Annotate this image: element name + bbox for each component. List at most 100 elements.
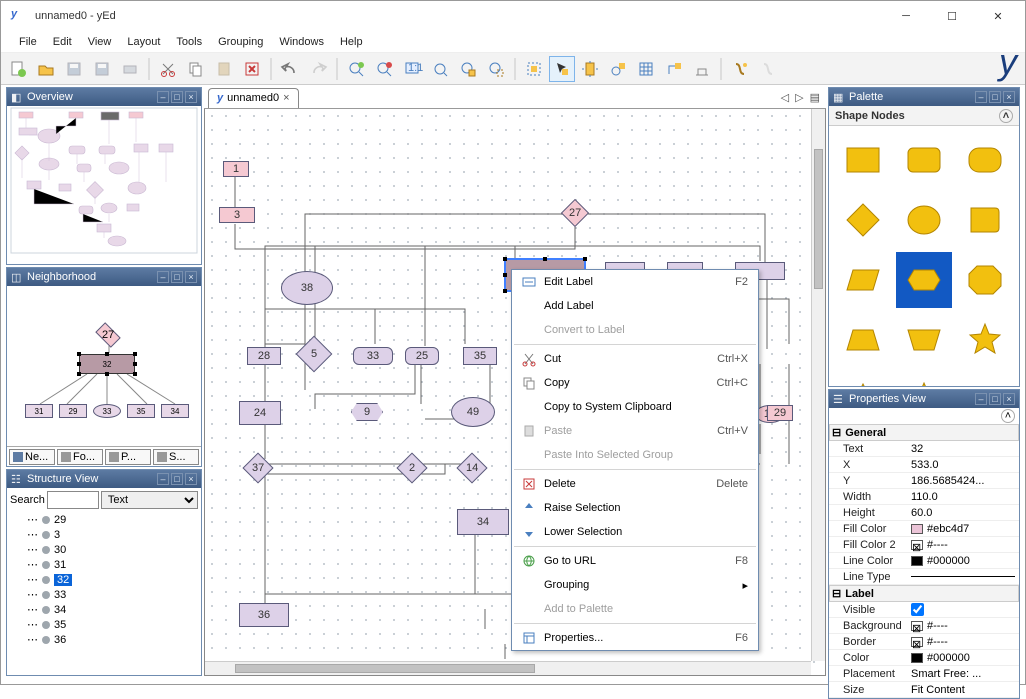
redo-icon[interactable] [305, 56, 331, 82]
shape-ellipse[interactable] [896, 192, 953, 248]
prop-row[interactable]: Color#000000 [829, 650, 1019, 666]
panel-maximize-icon[interactable]: □ [989, 91, 1001, 103]
ctx-goto-url[interactable]: Go to URLF8 [512, 549, 758, 573]
magnify-mode-icon[interactable] [605, 56, 631, 82]
close-tab-icon[interactable]: × [283, 92, 289, 104]
tab-next-icon[interactable]: ▷ [795, 91, 803, 104]
zoom-in-icon[interactable] [343, 56, 369, 82]
canvas-node[interactable]: 9 [351, 403, 383, 421]
prop-row[interactable]: X533.0 [829, 457, 1019, 473]
tab-prev-icon[interactable]: ◁ [781, 91, 789, 104]
prop-row[interactable]: Y186.5685424... [829, 473, 1019, 489]
save-icon[interactable] [61, 56, 87, 82]
tree-item[interactable]: ⋯29 [11, 512, 197, 527]
ctx-copy-sys[interactable]: Copy to System Clipboard [512, 395, 758, 419]
prop-row[interactable]: Border⊠#---- [829, 634, 1019, 650]
nb-tab[interactable]: Ne... [9, 449, 55, 465]
shape-octagon[interactable] [956, 252, 1013, 308]
tree-item[interactable]: ⋯31 [11, 557, 197, 572]
collapse-icon[interactable]: ˄ [999, 109, 1013, 123]
panel-close-icon[interactable]: × [1003, 393, 1015, 405]
canvas-node[interactable]: 36 [239, 603, 289, 627]
search-input[interactable] [47, 491, 99, 509]
panel-minimize-icon[interactable]: – [157, 271, 169, 283]
toggle-grid-icon[interactable] [633, 56, 659, 82]
tree-item[interactable]: ⋯36 [11, 632, 197, 647]
prop-row[interactable]: SizeFit Content [829, 682, 1019, 698]
tree-item[interactable]: ⋯3 [11, 527, 197, 542]
ctx-add-label[interactable]: Add Label [512, 294, 758, 318]
tree-item-selected[interactable]: ⋯32 [11, 572, 197, 587]
toggle-snap-icon[interactable] [689, 56, 715, 82]
ctx-lower[interactable]: Lower Selection [512, 520, 758, 544]
canvas-node[interactable]: 25 [405, 347, 439, 365]
panel-close-icon[interactable]: × [1003, 91, 1015, 103]
prop-row[interactable]: Text32 [829, 441, 1019, 457]
shape-star5[interactable] [956, 312, 1013, 368]
prop-row[interactable]: Fill Color 2⊠#---- [829, 537, 1019, 553]
ctx-delete[interactable]: DeleteDelete [512, 472, 758, 496]
zoom-area-icon[interactable] [483, 56, 509, 82]
canvas-node[interactable]: 38 [281, 271, 333, 305]
nb-tab[interactable]: S... [153, 449, 199, 465]
document-tab[interactable]: y unnamed0 × [208, 88, 299, 108]
tree-item[interactable]: ⋯33 [11, 587, 197, 602]
tree-item[interactable]: ⋯30 [11, 542, 197, 557]
cut-icon[interactable] [155, 56, 181, 82]
tab-list-icon[interactable]: ▤ [810, 91, 820, 104]
panel-maximize-icon[interactable]: □ [171, 473, 183, 485]
search-filter-select[interactable]: Text [101, 491, 198, 509]
menu-help[interactable]: Help [332, 33, 371, 51]
ctx-properties[interactable]: Properties...F6 [512, 626, 758, 650]
nb-node[interactable]: 33 [93, 404, 121, 418]
canvas-node[interactable]: 33 [353, 347, 393, 365]
menu-edit[interactable]: Edit [45, 33, 80, 51]
maximize-button[interactable]: ☐ [929, 1, 975, 31]
nb-tab[interactable]: P... [105, 449, 151, 465]
zoom-fit-icon[interactable] [427, 56, 453, 82]
canvas-node[interactable]: 29 [767, 405, 793, 421]
menu-grouping[interactable]: Grouping [210, 33, 271, 51]
shape-diamond[interactable] [835, 192, 892, 248]
canvas-node[interactable]: 49 [451, 397, 495, 427]
prop-row[interactable]: Width110.0 [829, 489, 1019, 505]
panel-minimize-icon[interactable]: – [157, 91, 169, 103]
panel-maximize-icon[interactable]: □ [171, 91, 183, 103]
ctx-copy[interactable]: CopyCtrl+C [512, 371, 758, 395]
canvas-node[interactable]: 34 [457, 509, 509, 535]
nb-node[interactable]: 34 [161, 404, 189, 418]
prop-row[interactable]: Background⊠#---- [829, 618, 1019, 634]
nb-node[interactable]: 35 [127, 404, 155, 418]
layout-again-icon[interactable] [755, 56, 781, 82]
nb-node-selected[interactable]: 32 [79, 354, 135, 374]
select-mode-icon[interactable] [549, 56, 575, 82]
nb-tab[interactable]: Fo... [57, 449, 103, 465]
save-as-icon[interactable] [89, 56, 115, 82]
menu-file[interactable]: File [11, 33, 45, 51]
tree-item[interactable]: ⋯34 [11, 602, 197, 617]
canvas-node[interactable]: 35 [463, 347, 497, 365]
horizontal-scrollbar[interactable] [205, 661, 811, 675]
shape-rounded-rect[interactable] [896, 132, 953, 188]
auto-layout-icon[interactable] [727, 56, 753, 82]
panel-minimize-icon[interactable]: – [975, 91, 987, 103]
menu-view[interactable]: View [80, 33, 120, 51]
new-document-icon[interactable] [5, 56, 31, 82]
nb-node[interactable]: 31 [25, 404, 53, 418]
nb-node[interactable]: 29 [59, 404, 87, 418]
neighborhood-canvas[interactable]: 27 32 31 29 33 35 34 [7, 286, 201, 446]
shape-trapezoid3[interactable] [956, 372, 1013, 386]
tree-item[interactable]: ⋯35 [11, 617, 197, 632]
ctx-raise[interactable]: Raise Selection [512, 496, 758, 520]
print-icon[interactable] [117, 56, 143, 82]
prop-group-label[interactable]: ⊟Label [829, 585, 1019, 602]
undo-icon[interactable] [277, 56, 303, 82]
prop-row[interactable]: PlacementSmart Free: ... [829, 666, 1019, 682]
shape-hexagon-selected[interactable] [896, 252, 953, 308]
panel-close-icon[interactable]: × [185, 473, 197, 485]
paste-icon[interactable] [211, 56, 237, 82]
pan-mode-icon[interactable] [577, 56, 603, 82]
shape-star8[interactable] [896, 372, 953, 386]
delete-icon[interactable] [239, 56, 265, 82]
toggle-orthogonal-icon[interactable] [661, 56, 687, 82]
